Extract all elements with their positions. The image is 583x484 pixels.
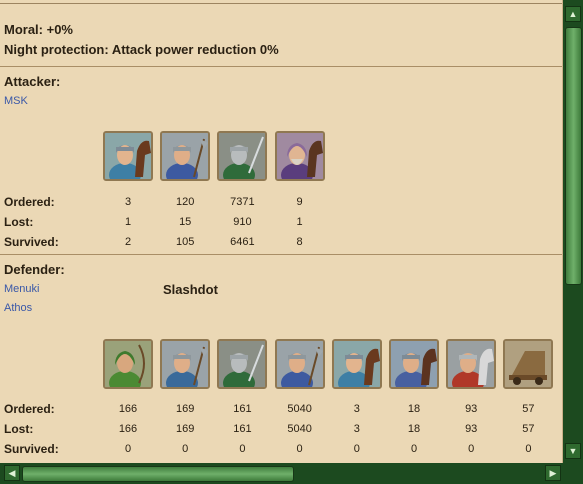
light-cavalry-icon — [103, 131, 153, 181]
battle-report: Moral: +0% Night protection: Attack powe… — [0, 0, 563, 463]
defender-lost-value: 166 — [118, 423, 138, 435]
scroll-right-icon[interactable]: ▶ — [545, 465, 561, 481]
attacker-lost-value: 1 — [296, 216, 303, 228]
attacker-survived-label: Survived: — [4, 235, 59, 249]
defender-survived-label: Survived: — [4, 442, 59, 456]
attacker-survived-value: 105 — [176, 236, 195, 248]
defender-survived-value: 0 — [353, 443, 360, 455]
defender-ordered-value: 166 — [118, 403, 138, 415]
axeman-icon — [160, 131, 211, 181]
defender-survived-value: 0 — [468, 443, 475, 455]
defender-survived-value: 0 — [410, 443, 418, 455]
attacker-lost-value: 15 — [179, 216, 192, 228]
attacker-ordered-value: 7371 — [230, 196, 255, 208]
moral-text: Moral: +0% — [4, 22, 73, 37]
defender-lost-label: Lost: — [4, 422, 34, 436]
nobleman-icon — [274, 131, 325, 181]
defender-lost-value: 161 — [233, 423, 252, 435]
defender-ordered-value: 3 — [353, 403, 360, 415]
defender-survived-value: 0 — [296, 443, 303, 455]
spearman-icon — [160, 339, 211, 389]
defender-ordered-value: 18 — [407, 403, 421, 415]
defender-ordered-value: 57 — [522, 403, 535, 415]
divider — [0, 254, 562, 255]
archer-icon — [103, 339, 153, 389]
scroll-left-icon[interactable]: ◀ — [4, 465, 20, 481]
scrollbar-corner — [563, 463, 583, 484]
defender-lost-value: 3 — [353, 423, 360, 435]
scroll-down-icon[interactable]: ▼ — [565, 443, 581, 459]
divider — [0, 66, 562, 67]
defender-ordered-label: Ordered: — [4, 402, 55, 416]
attacker-heading: Attacker: — [4, 74, 61, 89]
defender-survived-value: 0 — [239, 443, 246, 455]
attacker-ordered-label: Ordered: — [4, 195, 55, 209]
axeman-icon — [274, 339, 325, 389]
defender-heading: Defender: — [4, 262, 65, 277]
defender-ordered-value: 169 — [176, 403, 195, 415]
defender-ordered-value: 93 — [465, 403, 478, 415]
attacker-survived-value: 6461 — [230, 236, 255, 248]
defender-player-link[interactable]: Athos — [4, 302, 32, 314]
attacker-survived-value: 8 — [296, 236, 303, 248]
mounted-archer-icon — [389, 339, 439, 389]
attacker-lost-value: 910 — [233, 216, 252, 228]
defender-lost-value: 169 — [176, 423, 195, 435]
attacker-player-link[interactable]: MSK — [4, 95, 28, 107]
attacker-survived-value: 2 — [124, 236, 132, 248]
horizontal-scroll-thumb[interactable] — [22, 466, 294, 482]
scroll-up-icon[interactable]: ▲ — [565, 6, 581, 22]
defender-lost-value: 93 — [465, 423, 478, 435]
attacker-ordered-value: 120 — [176, 196, 195, 208]
vertical-scroll-thumb[interactable] — [565, 27, 582, 285]
defender-ordered-value: 5040 — [287, 403, 312, 415]
defender-survived-value: 0 — [124, 443, 132, 455]
attacker-ordered-value: 9 — [296, 196, 303, 208]
defender-lost-value: 57 — [522, 423, 535, 435]
defender-lost-value: 5040 — [287, 423, 312, 435]
defender-player-link[interactable]: Menuki — [4, 283, 39, 295]
defender-ordered-value: 161 — [233, 403, 252, 415]
defender-lost-value: 18 — [407, 423, 421, 435]
attacker-ordered-value: 3 — [124, 196, 132, 208]
top-divider — [0, 0, 562, 4]
defender-village-link[interactable]: Slashdot — [163, 282, 218, 297]
attacker-lost-value: 1 — [124, 216, 132, 228]
defender-survived-value: 0 — [182, 443, 189, 455]
vertical-scrollbar[interactable]: ▲ ▼ — [563, 0, 583, 463]
attacker-lost-label: Lost: — [4, 215, 34, 229]
swordsman-icon — [217, 339, 268, 389]
horizontal-scrollbar[interactable]: ◀ ▶ — [0, 463, 583, 484]
light-cavalry-icon — [331, 339, 382, 389]
ram-icon — [503, 339, 554, 389]
heavy-cavalry-icon — [446, 339, 497, 389]
defender-survived-value: 0 — [525, 443, 532, 455]
night-protection-text: Night protection: Attack power reduction… — [4, 42, 279, 57]
swordsman-icon — [217, 131, 268, 181]
